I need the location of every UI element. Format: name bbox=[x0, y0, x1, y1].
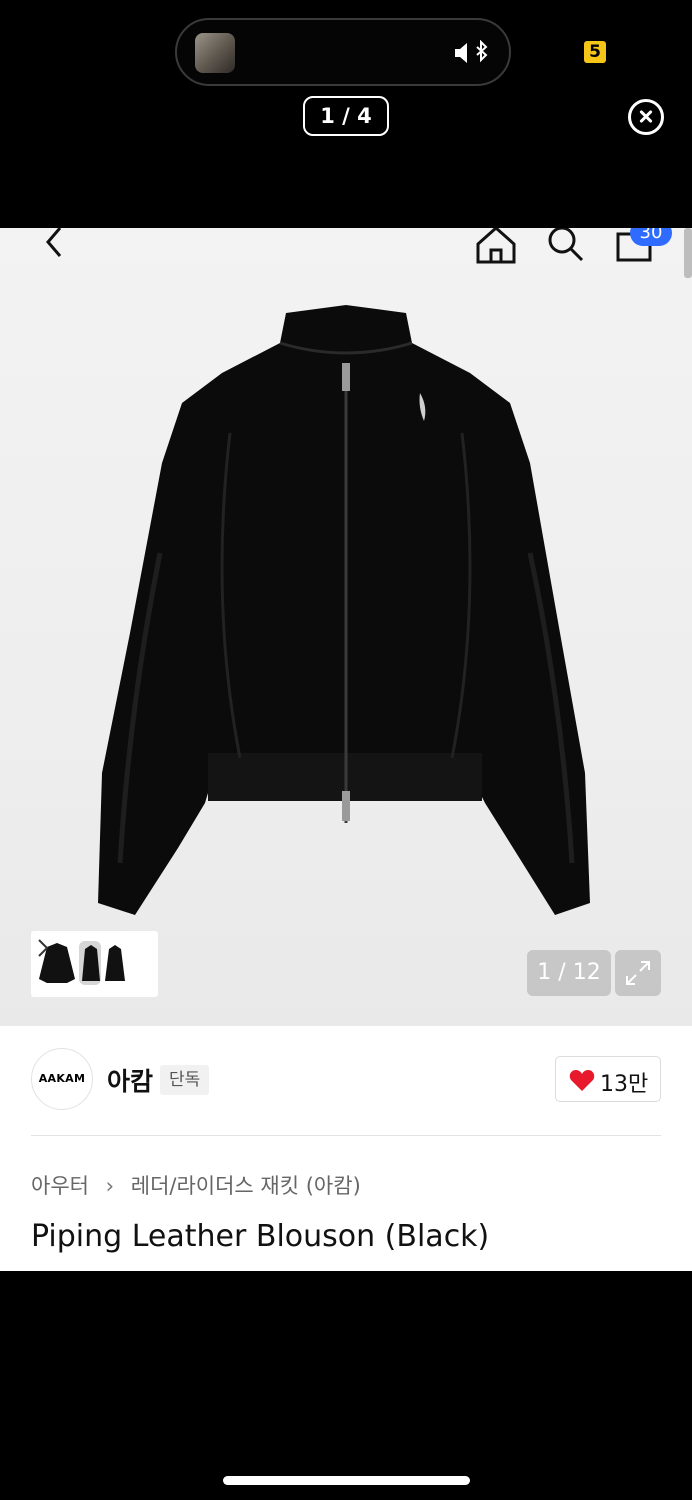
image-thumbnail-strip[interactable] bbox=[31, 931, 158, 997]
home-icon[interactable] bbox=[475, 228, 517, 264]
divider bbox=[31, 1135, 661, 1136]
scroll-indicator bbox=[684, 228, 692, 278]
breadcrumb-category[interactable]: 아우터 bbox=[31, 1174, 89, 1198]
breadcrumb: 아우터 › 레더/라이더스 재킷 (아캄) bbox=[31, 1170, 361, 1200]
speaker-bluetooth-icon bbox=[455, 40, 488, 63]
product-image[interactable]: 30 1 / 12 bbox=[0, 228, 692, 1026]
story-page-counter: 1 / 4 bbox=[303, 96, 389, 136]
brand-name[interactable]: 아캄 bbox=[107, 1062, 153, 1098]
like-button[interactable]: 13만 bbox=[555, 1056, 661, 1102]
breadcrumb-separator: › bbox=[105, 1174, 115, 1198]
search-icon[interactable] bbox=[545, 228, 585, 264]
exclusive-badge: 단독 bbox=[160, 1065, 210, 1095]
notification-badge: 5 bbox=[584, 41, 606, 63]
product-title: Piping Leather Blouson (Black) bbox=[31, 1219, 490, 1254]
dynamic-island[interactable] bbox=[175, 18, 511, 86]
expand-icon[interactable] bbox=[615, 950, 661, 996]
image-counter: 1 / 12 bbox=[527, 950, 611, 996]
brand-row: AAKAM 아캄 단독 13만 bbox=[0, 1026, 692, 1136]
breadcrumb-subcategory[interactable]: 레더/라이더스 재킷 (아캄) bbox=[131, 1174, 361, 1198]
home-indicator[interactable] bbox=[223, 1476, 470, 1485]
chevron-left-icon[interactable] bbox=[38, 228, 68, 258]
story-viewer-header: 5 1 / 4 bbox=[0, 0, 692, 228]
close-icon[interactable] bbox=[628, 99, 664, 135]
jacket-photo bbox=[98, 305, 590, 915]
heart-icon bbox=[569, 1070, 595, 1091]
chevron-right-icon[interactable] bbox=[35, 937, 51, 959]
app-screenshot: 30 1 / 12 AAKAM 아캄 단독 13만 아우터 › 레더/라이더스 … bbox=[0, 228, 692, 1271]
brand-logo[interactable]: AAKAM bbox=[31, 1048, 93, 1110]
like-count: 13만 bbox=[600, 1072, 649, 1097]
now-playing-thumbnail bbox=[195, 33, 235, 73]
cart-count-badge: 30 bbox=[630, 228, 672, 246]
